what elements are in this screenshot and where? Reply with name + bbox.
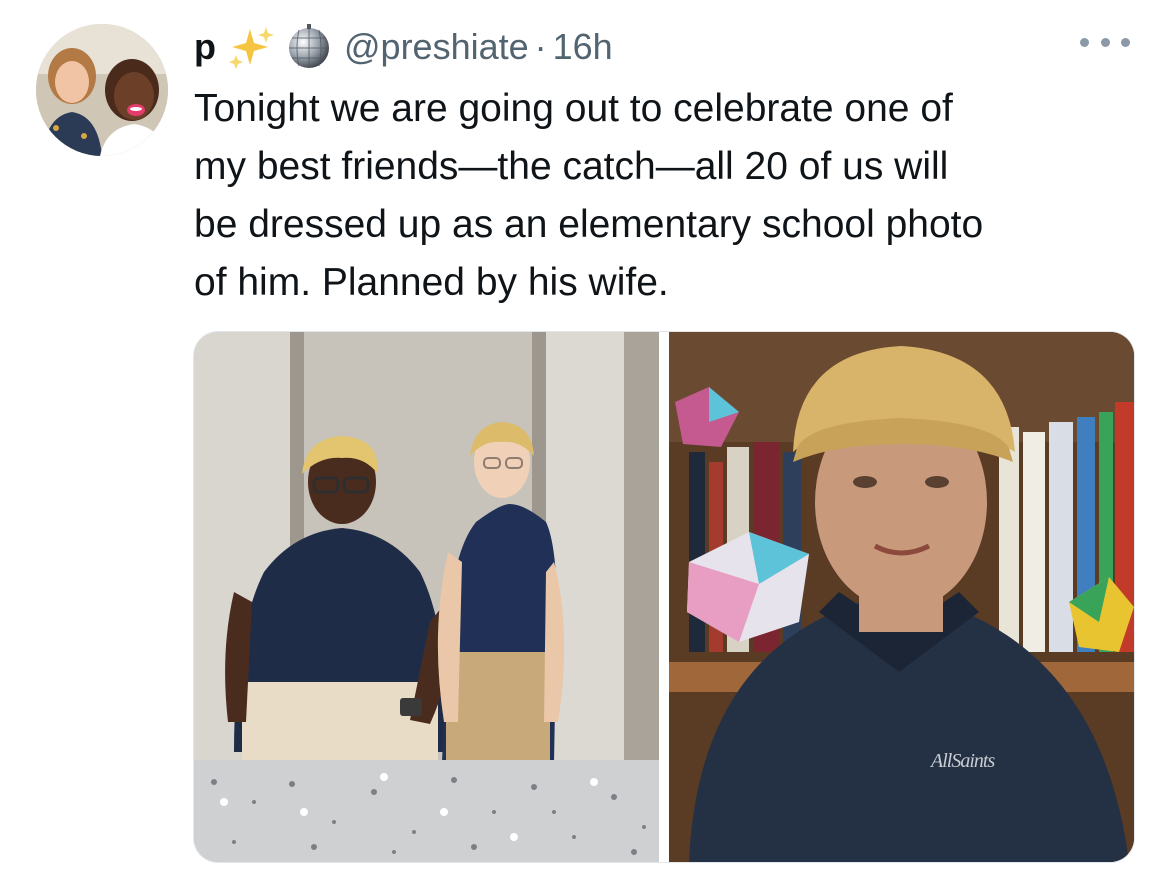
tweet-header: p @preshiate · 16h <box>194 22 613 72</box>
sparkles-icon <box>228 25 274 69</box>
mirror-ball-icon <box>286 24 332 70</box>
timestamp[interactable]: 16h <box>553 26 613 68</box>
avatar[interactable] <box>36 24 168 156</box>
separator-dot: · <box>534 26 547 67</box>
tweet[interactable]: p @preshiate · 16h Tonight we are going … <box>0 0 1170 876</box>
more-options-icon[interactable] <box>1080 32 1130 52</box>
display-name[interactable]: p <box>194 29 216 65</box>
tweet-media: AllSaints <box>194 332 1134 862</box>
photo-costume-pair-image <box>194 332 659 862</box>
photo-school-portrait[interactable]: AllSaints <box>669 332 1134 862</box>
tweet-text: Tonight we are going out to celebrate on… <box>194 80 1134 312</box>
avatar-photo <box>36 24 168 156</box>
tweet-text-line: my best friends—the catch—all 20 of us w… <box>194 145 949 188</box>
photo-costume-pair[interactable] <box>194 332 659 862</box>
tweet-text-line: be dressed up as an elementary school ph… <box>194 203 984 246</box>
photo-school-portrait-image <box>669 332 1134 862</box>
tweet-text-line: Tonight we are going out to celebrate on… <box>194 87 953 130</box>
shirt-logo: AllSaints <box>931 750 995 772</box>
handle-and-time: @preshiate · 16h <box>344 26 613 68</box>
user-handle[interactable]: @preshiate <box>344 26 529 68</box>
tweet-text-line: of him. Planned by his wife. <box>194 261 669 304</box>
